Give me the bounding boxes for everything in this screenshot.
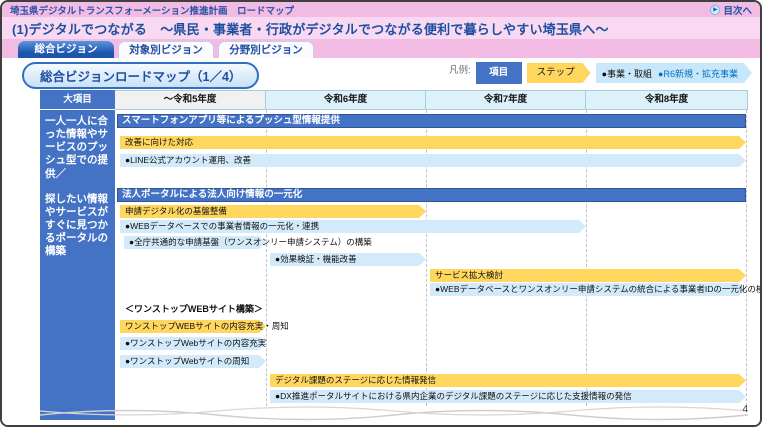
legend-label: 凡例: xyxy=(449,62,471,76)
legend-r6-label: ●R6新規・拡充事業 xyxy=(658,67,738,80)
task-bar-text: ●効果検証・機能改善 xyxy=(270,253,426,266)
roadmap-badge: 総合ビジョンロードマップ（1／4） xyxy=(22,62,259,89)
play-circle-icon: ▶ xyxy=(710,5,720,15)
column-header-1: ～令和5年度 xyxy=(115,90,266,110)
task-bar: ●DX推進ポータルサイトにおける県内企業のデジタル課題のステージに応じた支援情報… xyxy=(270,390,746,403)
step-bar: 申請デジタル化の基盤整備 xyxy=(120,205,426,218)
task-bar-text: ●ワンストップWebサイトの周知 xyxy=(120,355,266,368)
task-bar: ●WEBデータベースでの事業者情報の一元化・連携 xyxy=(120,220,586,233)
task-bar-text: ●WEBデータベースでの事業者情報の一元化・連携 xyxy=(120,220,586,233)
column-header-4: 令和8年度 xyxy=(586,90,748,110)
task-bar: ●WEBデータベースとワンスオンリー申請システムの統合による事業者IDの一元化の… xyxy=(430,283,746,296)
label-bar-text: ＜ワンストップWEBサイト構築＞ xyxy=(120,303,320,316)
wave-decoration xyxy=(40,402,748,422)
legend-business-label: ●事業・取組 xyxy=(602,67,652,80)
tab-taisho[interactable]: 対象別ビジョン xyxy=(118,41,214,58)
tab-bar: 総合ビジョン対象別ビジョン分野別ビジョン xyxy=(2,39,760,58)
page-number: 4 xyxy=(742,404,748,415)
item-bar: 法人ポータルによる法人向け情報の一元化 xyxy=(117,188,746,202)
task-bar-text: ●LINE公式アカウント運用、改善 xyxy=(120,154,746,167)
item-bar: スマートフォンアプリ等によるプッシュ型情報提供 xyxy=(117,114,746,128)
step-bar: 改善に向けた対応 xyxy=(120,136,746,149)
task-bar: ●ワンストップWebサイトの周知 xyxy=(120,355,266,368)
step-bar-text: ワンストップWEBサイトの内容充実・周知 xyxy=(120,320,266,333)
row-group-label-1: 一人一人に合った情報やサービスのプッシュ型での提供／ xyxy=(45,115,112,181)
task-bar: ●全庁共通的な申請基盤（ワンスオンリー申請システム）の構築 xyxy=(124,236,266,249)
task-bar: ●効果検証・機能改善 xyxy=(270,253,426,266)
toc-link[interactable]: ▶ 目次へ xyxy=(710,3,752,17)
task-bar: ●ワンストップWebサイトの内容充実 xyxy=(120,337,266,350)
table-header-row: 大項目 ～令和5年度令和6年度令和7年度令和8年度 xyxy=(40,90,748,110)
roadmap-slide: 埼玉県デジタルトランスフォーメーション推進計画 ロードマップ ▶ 目次へ (1)… xyxy=(0,0,762,427)
step-bar-text: サービス拡大検討 xyxy=(430,269,746,282)
content-area: 総合ビジョンロードマップ（1／4） 凡例: 項目 ステップ ●事業・取組 ●R6… xyxy=(2,58,760,427)
column-gridline-4 xyxy=(746,110,747,406)
tab-sogo[interactable]: 総合ビジョン xyxy=(18,41,114,58)
step-bar-text: デジタル課題のステージに応じた情報発信 xyxy=(270,374,746,387)
task-bar-text: ●全庁共通的な申請基盤（ワンスオンリー申請システム）の構築 xyxy=(124,236,266,249)
document-title: 埼玉県デジタルトランスフォーメーション推進計画 ロードマップ xyxy=(10,3,294,17)
row-group-label-2: 探したい情報やサービスがすぐに見つかるポータルの構築 xyxy=(45,193,112,259)
label-bar: ＜ワンストップWEBサイト構築＞ xyxy=(120,303,320,316)
page-title: (1)デジタルでつながる ～県民・事業者・行政がデジタルでつながる便利で暮らしや… xyxy=(12,19,609,38)
task-bar-text: ●ワンストップWebサイトの内容充実 xyxy=(120,337,266,350)
row-group-label: 一人一人に合った情報やサービスのプッシュ型での提供／ 探したい情報やサービスがす… xyxy=(40,110,115,420)
step-bar: デジタル課題のステージに応じた情報発信 xyxy=(270,374,746,387)
item-bar-text: スマートフォンアプリ等によるプッシュ型情報提供 xyxy=(117,114,746,128)
toc-link-label: 目次へ xyxy=(723,3,752,17)
top-strip: 埼玉県デジタルトランスフォーメーション推進計画 ロードマップ ▶ 目次へ xyxy=(2,2,760,17)
step-bar-text: 申請デジタル化の基盤整備 xyxy=(120,205,426,218)
step-bar: サービス拡大検討 xyxy=(430,269,746,282)
task-bar-text: ●WEBデータベースとワンスオンリー申請システムの統合による事業者IDの一元化の… xyxy=(430,283,746,296)
task-bar-text: ●DX推進ポータルサイトにおける県内企業のデジタル課題のステージに応じた支援情報… xyxy=(270,390,746,403)
legend-step-swatch: ステップ xyxy=(527,63,591,83)
column-header-3: 令和7年度 xyxy=(426,90,586,110)
legend-task-swatch: ●事業・取組 ●R6新規・拡充事業 xyxy=(596,63,752,83)
column-header-2: 令和6年度 xyxy=(266,90,426,110)
timeline-area: スマートフォンアプリ等によるプッシュ型情報提供改善に向けた対応 ●LINE公式アカ… xyxy=(115,110,748,420)
title-band: (1)デジタルでつながる ～県民・事業者・行政がデジタルでつながる便利で暮らしや… xyxy=(2,17,760,39)
step-bar-text: 改善に向けた対応 xyxy=(120,136,746,149)
legend: 凡例: 項目 ステップ ●事業・取組 ●R6新規・拡充事業 xyxy=(449,62,752,84)
tab-bunya[interactable]: 分野別ビジョン xyxy=(218,41,314,58)
task-bar: ●LINE公式アカウント運用、改善 xyxy=(120,154,746,167)
step-bar: ワンストップWEBサイトの内容充実・周知 xyxy=(120,320,266,333)
legend-item-swatch: 項目 xyxy=(476,62,522,84)
item-bar-text: 法人ポータルによる法人向け情報の一元化 xyxy=(117,188,746,202)
col-header-category: 大項目 xyxy=(40,90,115,110)
